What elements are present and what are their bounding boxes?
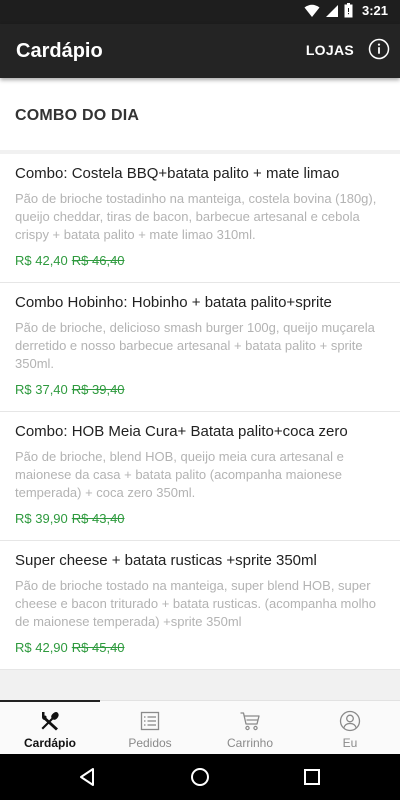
section-header: COMBO DO DIA	[0, 78, 400, 150]
tab-label: Pedidos	[128, 736, 172, 750]
tab-carrinho[interactable]: Carrinho	[200, 701, 300, 754]
tab-pedidos[interactable]: Pedidos	[100, 701, 200, 754]
item-price-row: R$ 39,90 R$ 43,40	[15, 510, 378, 528]
back-icon[interactable]	[76, 765, 100, 789]
section-title: COMBO DO DIA	[15, 107, 140, 124]
tab-cardapio[interactable]: Cardápio	[0, 700, 100, 754]
cutlery-icon	[41, 712, 59, 731]
cell-signal-icon	[325, 4, 338, 17]
recents-icon[interactable]	[300, 765, 324, 789]
item-old-price: R$ 43,40	[71, 511, 125, 526]
system-nav-bar	[0, 754, 400, 800]
tab-label: Eu	[342, 736, 358, 750]
tab-label: Carrinho	[226, 736, 274, 750]
item-name: Combo Hobinho: Hobinho + batata palito+s…	[15, 294, 332, 311]
page-title: Cardápio	[16, 40, 103, 62]
status-time: 3:21	[361, 3, 388, 18]
stores-button[interactable]: LOJAS	[306, 42, 354, 58]
item-name: Combo: HOB Meia Cura+ Batata palito+coca…	[15, 423, 348, 440]
item-description: Pão de brioche, blend HOB, queijo meia c…	[15, 449, 344, 500]
status-icons: 3:21	[304, 3, 388, 18]
item-old-price: R$ 46,40	[71, 253, 125, 268]
item-price: R$ 42,40	[15, 253, 68, 268]
item-name: Combo: Costela BBQ+batata palito + mate …	[15, 165, 340, 182]
tab-eu[interactable]: Eu	[300, 701, 400, 754]
user-icon	[339, 710, 361, 732]
menu-content[interactable]: COMBO DO DIA Combo: Costela BBQ+batata p…	[0, 78, 400, 700]
item-description: Pão de brioche tostadinho na manteiga, c…	[15, 191, 377, 242]
menu-list: Combo: Costela BBQ+batata palito + mate …	[0, 154, 400, 670]
item-old-price: R$ 45,40	[71, 640, 125, 655]
item-description: Pão de brioche tostado na manteiga, supe…	[15, 578, 376, 629]
item-name: Super cheese + batata rusticas +sprite 3…	[15, 552, 317, 569]
menu-item[interactable]: Combo: HOB Meia Cura+ Batata palito+coca…	[0, 412, 400, 541]
item-price: R$ 42,90	[15, 640, 68, 655]
item-price-row: R$ 37,40 R$ 39,40	[15, 381, 378, 399]
info-icon[interactable]	[368, 38, 390, 60]
status-bar: 3:21	[0, 0, 400, 24]
menu-item[interactable]: Combo: Costela BBQ+batata palito + mate …	[0, 154, 400, 283]
cart-icon	[240, 712, 260, 731]
item-description: Pão de brioche, delicioso smash burger 1…	[15, 320, 375, 371]
item-price-row: R$ 42,40 R$ 46,40	[15, 252, 378, 270]
tab-label: Cardápio	[23, 736, 76, 750]
home-icon[interactable]	[188, 765, 212, 789]
app-bar: Cardápio LOJAS	[0, 24, 400, 78]
wifi-icon	[304, 4, 320, 17]
list-icon	[140, 711, 160, 731]
item-price-row: R$ 42,90 R$ 45,40	[15, 639, 378, 657]
item-old-price: R$ 39,40	[71, 382, 125, 397]
menu-item[interactable]: Super cheese + batata rusticas +sprite 3…	[0, 541, 400, 670]
item-price: R$ 37,40	[15, 382, 68, 397]
battery-icon	[344, 3, 353, 18]
bottom-nav: Cardápio Pedidos Carrinho Eu	[0, 700, 400, 754]
menu-item[interactable]: Combo Hobinho: Hobinho + batata palito+s…	[0, 283, 400, 412]
item-price: R$ 39,90	[15, 511, 68, 526]
